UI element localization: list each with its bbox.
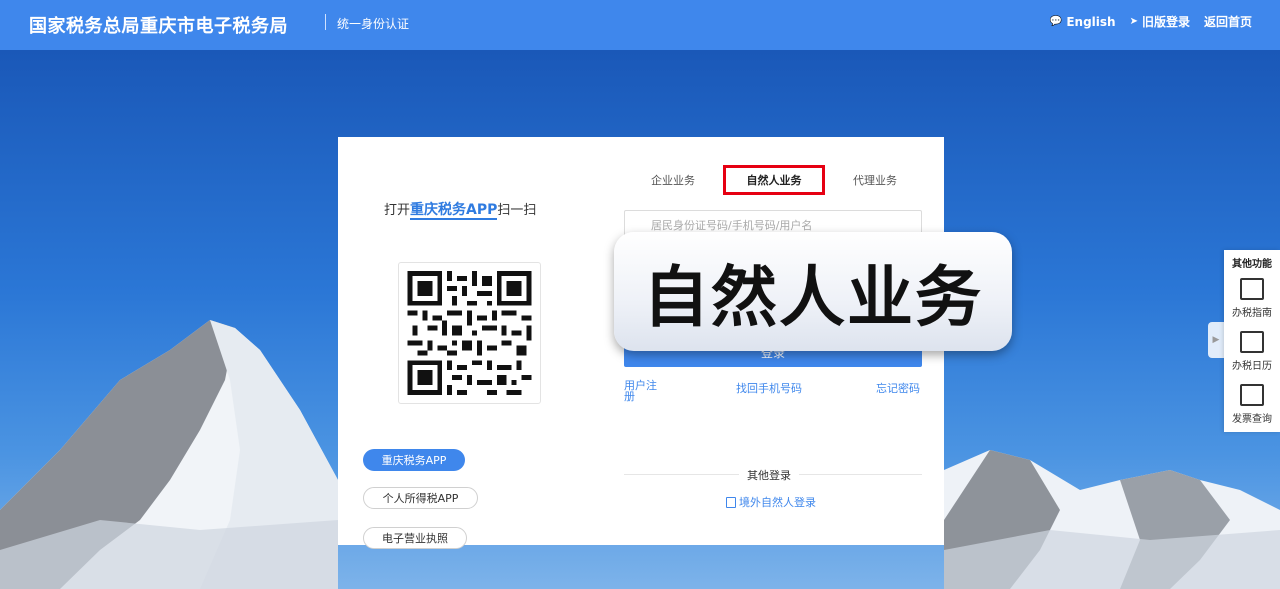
top-header: 国家税务总局重庆市电子税务局 统一身份认证 💬 English ➤ 旧版登录 返…: [0, 0, 1280, 50]
scan-prefix: 打开: [384, 203, 410, 218]
title-divider: [325, 14, 326, 30]
overseas-login-label: 境外自然人登录: [739, 494, 816, 510]
send-icon: ➤: [1130, 16, 1138, 27]
old-version-login-link[interactable]: ➤ 旧版登录: [1130, 13, 1190, 30]
overseas-login-link[interactable]: 境外自然人登录: [726, 494, 816, 510]
callout-text: 自然人业务: [643, 244, 983, 340]
app-option-chongqing-tax[interactable]: 重庆税务APP: [363, 449, 465, 471]
highlight-callout: 自然人业务: [614, 232, 1012, 351]
side-item-calendar[interactable]: 办税日历: [1224, 327, 1280, 379]
tab-agent[interactable]: 代理业务: [839, 165, 911, 195]
scan-app-name: 重庆税务APP: [410, 202, 497, 220]
side-panel: 其他功能 办税指南 办税日历 发票查询: [1224, 250, 1280, 432]
tab-individual[interactable]: 自然人业务: [723, 165, 825, 195]
old-version-login-label: 旧版登录: [1142, 13, 1190, 30]
english-link[interactable]: 💬 English: [1050, 13, 1116, 30]
document-icon: [726, 497, 736, 508]
other-login-label: 其他登录: [739, 467, 799, 483]
forgot-password-link[interactable]: 忘记密码: [876, 380, 920, 396]
site-title[interactable]: 国家税务总局重庆市电子税务局: [29, 12, 288, 38]
scan-suffix: 扫一扫: [497, 203, 536, 218]
back-home-link[interactable]: 返回首页: [1204, 13, 1252, 30]
side-item-calendar-label: 办税日历: [1224, 357, 1280, 372]
recover-phone-link[interactable]: 找回手机号码: [736, 380, 802, 396]
guide-icon: [1240, 278, 1264, 300]
side-item-invoice-label: 发票查询: [1224, 410, 1280, 425]
app-option-personal-income-tax[interactable]: 个人所得税APP: [363, 487, 478, 509]
side-item-guide-label: 办税指南: [1224, 304, 1280, 319]
qr-code: [407, 271, 532, 395]
side-panel-toggle[interactable]: ▶: [1208, 322, 1224, 358]
header-links: 💬 English ➤ 旧版登录 返回首页: [1050, 13, 1252, 30]
back-home-label: 返回首页: [1204, 13, 1252, 30]
side-item-invoice[interactable]: 发票查询: [1224, 380, 1280, 432]
invoice-icon: [1240, 384, 1264, 406]
qr-code-box: [398, 262, 541, 404]
tab-enterprise[interactable]: 企业业务: [625, 165, 721, 195]
register-link[interactable]: 用户注册: [624, 380, 664, 402]
side-item-guide[interactable]: 办税指南: [1224, 274, 1280, 326]
login-tabs: 企业业务 自然人业务 代理业务: [625, 165, 925, 195]
side-panel-title: 其他功能: [1224, 255, 1280, 270]
calendar-icon: [1240, 331, 1264, 353]
english-link-label: English: [1066, 15, 1115, 29]
site-subtitle: 统一身份认证: [337, 15, 409, 32]
language-icon: 💬: [1050, 16, 1062, 27]
app-option-business-license[interactable]: 电子营业执照: [363, 527, 467, 549]
scan-instruction: 打开重庆税务APP扫一扫: [384, 199, 536, 219]
